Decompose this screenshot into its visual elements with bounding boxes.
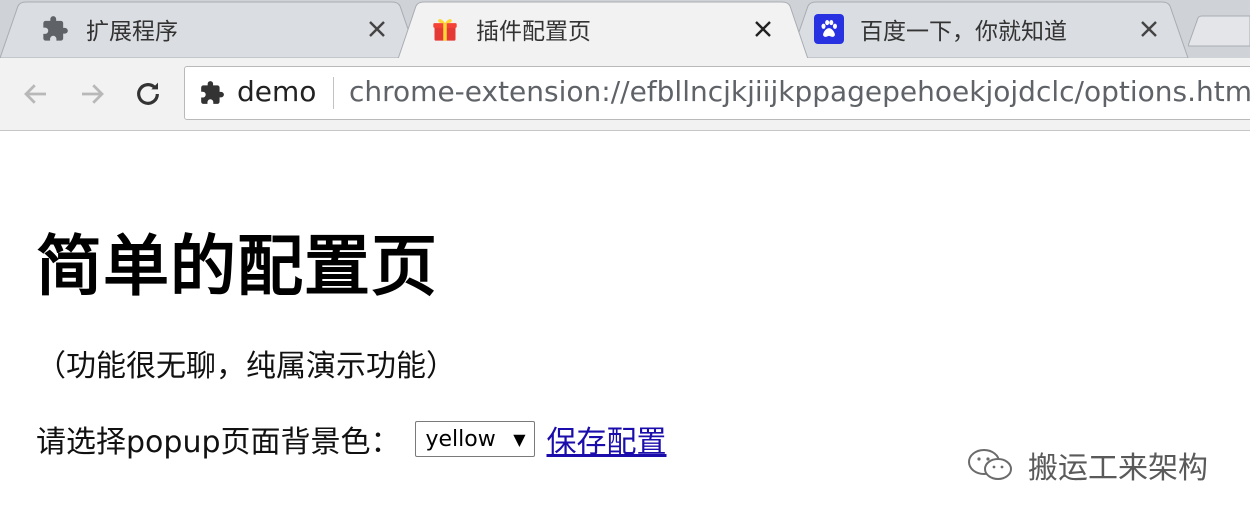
forward-arrow-icon[interactable] (74, 76, 110, 112)
puzzle-icon (199, 80, 227, 108)
baidu-paw-icon (814, 14, 844, 44)
url-text[interactable]: chrome-extension://efbllncjkjiijkppagepe… (349, 75, 1250, 108)
watermark: 搬运工来架构 (966, 443, 1208, 487)
page-description: （功能很无聊，纯属演示功能） (36, 349, 456, 384)
gift-icon (430, 14, 460, 44)
bg-color-selected-value: yellow (425, 426, 496, 452)
save-config-link[interactable]: 保存配置 (547, 417, 667, 461)
watermark-text: 搬运工来架构 (1028, 451, 1208, 486)
extension-name-chip: demo (237, 75, 317, 108)
tab-title: 插件配置页 (476, 19, 591, 45)
wechat-icon (966, 447, 1016, 483)
puzzle-icon (40, 14, 70, 44)
tab-title: 百度一下，你就知道 (860, 19, 1067, 45)
reload-icon[interactable] (130, 76, 166, 112)
tab-options-page[interactable]: 插件配置页 (398, 0, 808, 58)
close-icon[interactable] (1138, 18, 1160, 40)
new-tab-button[interactable] (1187, 14, 1250, 48)
page-title: 简单的配置页 (36, 228, 438, 305)
back-arrow-icon[interactable] (18, 76, 54, 112)
tab-title: 扩展程序 (86, 19, 178, 45)
address-bar[interactable]: demo chrome-extension://efbllncjkjiijkpp… (184, 66, 1250, 120)
tab-strip: 扩展程序 百度一下，你就知道 插件配置页 (0, 0, 1250, 58)
browser-toolbar: demo chrome-extension://efbllncjkjiijkpp… (0, 58, 1250, 131)
tab-baidu[interactable]: 百度一下，你就知道 (790, 0, 1190, 58)
close-icon[interactable] (752, 18, 774, 40)
divider (333, 77, 334, 109)
bg-color-row: 请选择popup页面背景色： yellow ▼ 保存配置 (36, 417, 667, 461)
bg-color-label: 请选择popup页面背景色： (36, 425, 401, 460)
close-icon[interactable] (366, 18, 388, 40)
tab-extensions[interactable]: 扩展程序 (0, 0, 420, 58)
bg-color-select[interactable]: yellow ▼ (414, 421, 535, 457)
dropdown-arrow-icon: ▼ (513, 429, 526, 449)
page-content: 简单的配置页 （功能很无聊，纯属演示功能） 请选择popup页面背景色： yel… (0, 131, 1250, 520)
